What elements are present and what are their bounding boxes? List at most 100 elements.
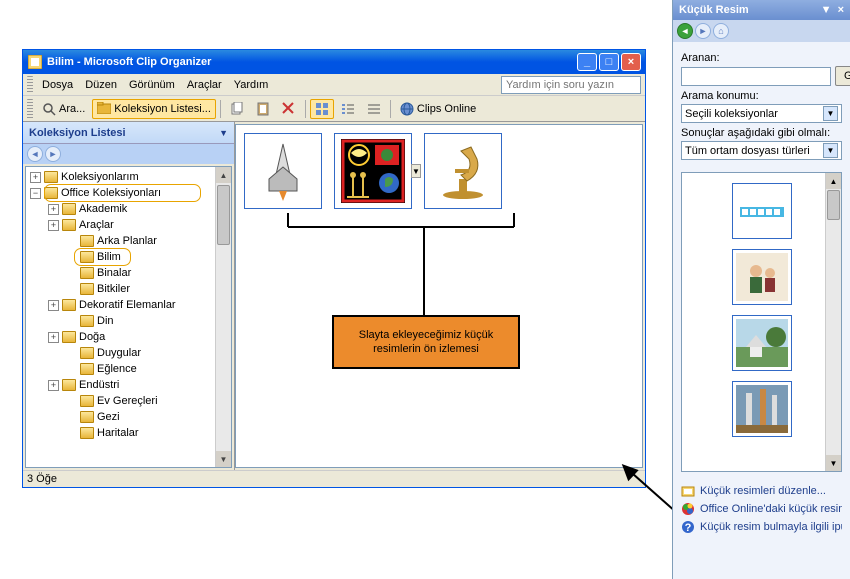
scroll-up-icon[interactable]: ▲ [216,167,231,183]
tree-item[interactable]: +Dekoratif Elemanlar [26,297,231,313]
annotation-callout: Slayta ekleyeceğimiz küçük resimlerin ön… [332,315,520,369]
scroll-thumb[interactable] [217,185,230,245]
organize-link[interactable]: Küçük resimleri düzenle... [681,482,842,500]
help-search-input[interactable] [501,76,641,94]
clip-thumbnail[interactable]: ▼ [334,133,412,209]
go-button[interactable]: Git [835,66,850,86]
side-panel-header[interactable]: Koleksiyon Listesi ▼ [23,122,234,144]
tree-item[interactable]: +Doğa [26,329,231,345]
close-button[interactable]: × [621,53,641,71]
dropdown-handle-icon[interactable]: ▼ [411,164,421,178]
taskpane-close-icon[interactable]: × [838,4,844,16]
toolbar-grip[interactable] [27,99,33,119]
menu-help[interactable]: Yardım [228,77,275,93]
scroll-down-icon[interactable]: ▼ [216,451,231,467]
menu-edit[interactable]: Düzen [79,77,123,93]
nav-back-button[interactable]: ◄ [27,146,43,162]
minimize-button[interactable]: _ [577,53,597,71]
maximize-button[interactable]: □ [599,53,619,71]
folder-icon [62,299,76,311]
titlebar[interactable]: Bilim - Microsoft Clip Organizer _ □ × [23,50,645,74]
result-thumbnail[interactable] [732,183,792,239]
tree-scrollbar[interactable]: ▲ ▼ [215,167,231,467]
paste-icon [256,102,270,116]
location-select[interactable]: Seçili koleksiyonlar ▼ [681,104,842,123]
tree-item[interactable]: Haritalar [26,425,231,441]
search-icon [42,102,56,116]
globe-icon [400,102,414,116]
statusbar: 3 Öğe [23,470,645,487]
results-scrollbar[interactable]: ▲ ▼ [825,173,841,471]
scroll-down-icon[interactable]: ▼ [826,455,841,471]
office-online-link[interactable]: Office Online'daki küçük resimler [681,500,842,518]
nav-forward-button[interactable]: ► [695,23,711,39]
folder-icon [62,379,76,391]
organize-icon [681,484,695,498]
search-button[interactable]: Ara... [37,99,90,119]
tree-item[interactable]: Bitkiler [26,281,231,297]
tree-item[interactable]: Ev Gereçleri [26,393,231,409]
collection-list-label: Koleksiyon Listesi... [114,103,211,115]
menu-view[interactable]: Görünüm [123,77,181,93]
view-details-button[interactable] [362,99,386,119]
tree-item-office-collections[interactable]: −Office Koleksiyonları [26,185,231,201]
results-type-select[interactable]: Tüm ortam dosyası türleri ▼ [681,141,842,160]
side-panel: Koleksiyon Listesi ▼ ◄ ► +Koleksiyonları… [23,122,235,470]
tree-item[interactable]: Eğlence [26,361,231,377]
nav-forward-button[interactable]: ► [45,146,61,162]
delete-button[interactable] [277,99,301,119]
menu-tools[interactable]: Araçlar [181,77,228,93]
clip-thumbnail[interactable] [244,133,322,209]
folder-icon [44,187,58,199]
scroll-thumb[interactable] [827,190,840,220]
tree-item[interactable]: Binalar [26,265,231,281]
forest-clip-icon [736,385,788,433]
folder-icon [80,411,94,423]
tree-item[interactable]: +Araçlar [26,217,231,233]
search-input[interactable] [681,67,831,86]
result-thumbnail[interactable] [732,381,792,437]
clips-online-button[interactable]: Clips Online [395,99,481,119]
tips-link[interactable]: ? Küçük resim bulmayla ilgili ipuçları [681,518,842,536]
copy-button[interactable] [225,99,249,119]
content-area: ▼ [235,124,643,468]
folder-icon [80,235,94,247]
tree-item[interactable]: Gezi [26,409,231,425]
result-thumbnail[interactable] [732,315,792,371]
result-thumbnail[interactable] [732,249,792,305]
menu-grip[interactable] [27,76,33,94]
paste-button[interactable] [251,99,275,119]
tree-item[interactable]: +Akademik [26,201,231,217]
chevron-down-icon: ▼ [823,106,838,121]
clip-thumbnail[interactable] [424,133,502,209]
thumbnails-icon [315,102,329,116]
annotation-bracket [286,213,516,233]
folder-icon [80,315,94,327]
status-text: 3 Öğe [27,473,57,485]
location-label: Arama konumu: [681,90,842,102]
nav-home-button[interactable]: ⌂ [713,23,729,39]
tree-item-my-collections[interactable]: +Koleksiyonlarım [26,169,231,185]
tree-item[interactable]: Duygular [26,345,231,361]
tree-item-bilim[interactable]: Bilim [26,249,231,265]
nav-back-button[interactable]: ◄ [677,23,693,39]
menu-file[interactable]: Dosya [36,77,79,93]
view-thumbnails-button[interactable] [310,99,334,119]
taskpane-title: Küçük Resim [679,4,749,16]
taskpane-menu-icon[interactable]: ▼ [821,4,832,16]
scroll-up-icon[interactable]: ▲ [826,173,841,189]
list-icon [341,102,355,116]
tree-item[interactable]: +Endüstri [26,377,231,393]
tree-item[interactable]: Arka Planlar [26,233,231,249]
collection-tree[interactable]: +Koleksiyonlarım −Office Koleksiyonları … [25,166,232,468]
collection-list-button[interactable]: Koleksiyon Listesi... [92,99,216,119]
svg-text:?: ? [685,522,692,534]
toolbar: Ara... Koleksiyon Listesi... Clips Onlin… [23,96,645,122]
folder-icon [80,347,94,359]
taskpane-header[interactable]: Küçük Resim ▼ × [673,0,850,20]
view-list-button[interactable] [336,99,360,119]
tree-item[interactable]: Din [26,313,231,329]
folder-icon [62,331,76,343]
microscope-clip-icon [431,139,495,203]
globe-icon [681,502,695,516]
